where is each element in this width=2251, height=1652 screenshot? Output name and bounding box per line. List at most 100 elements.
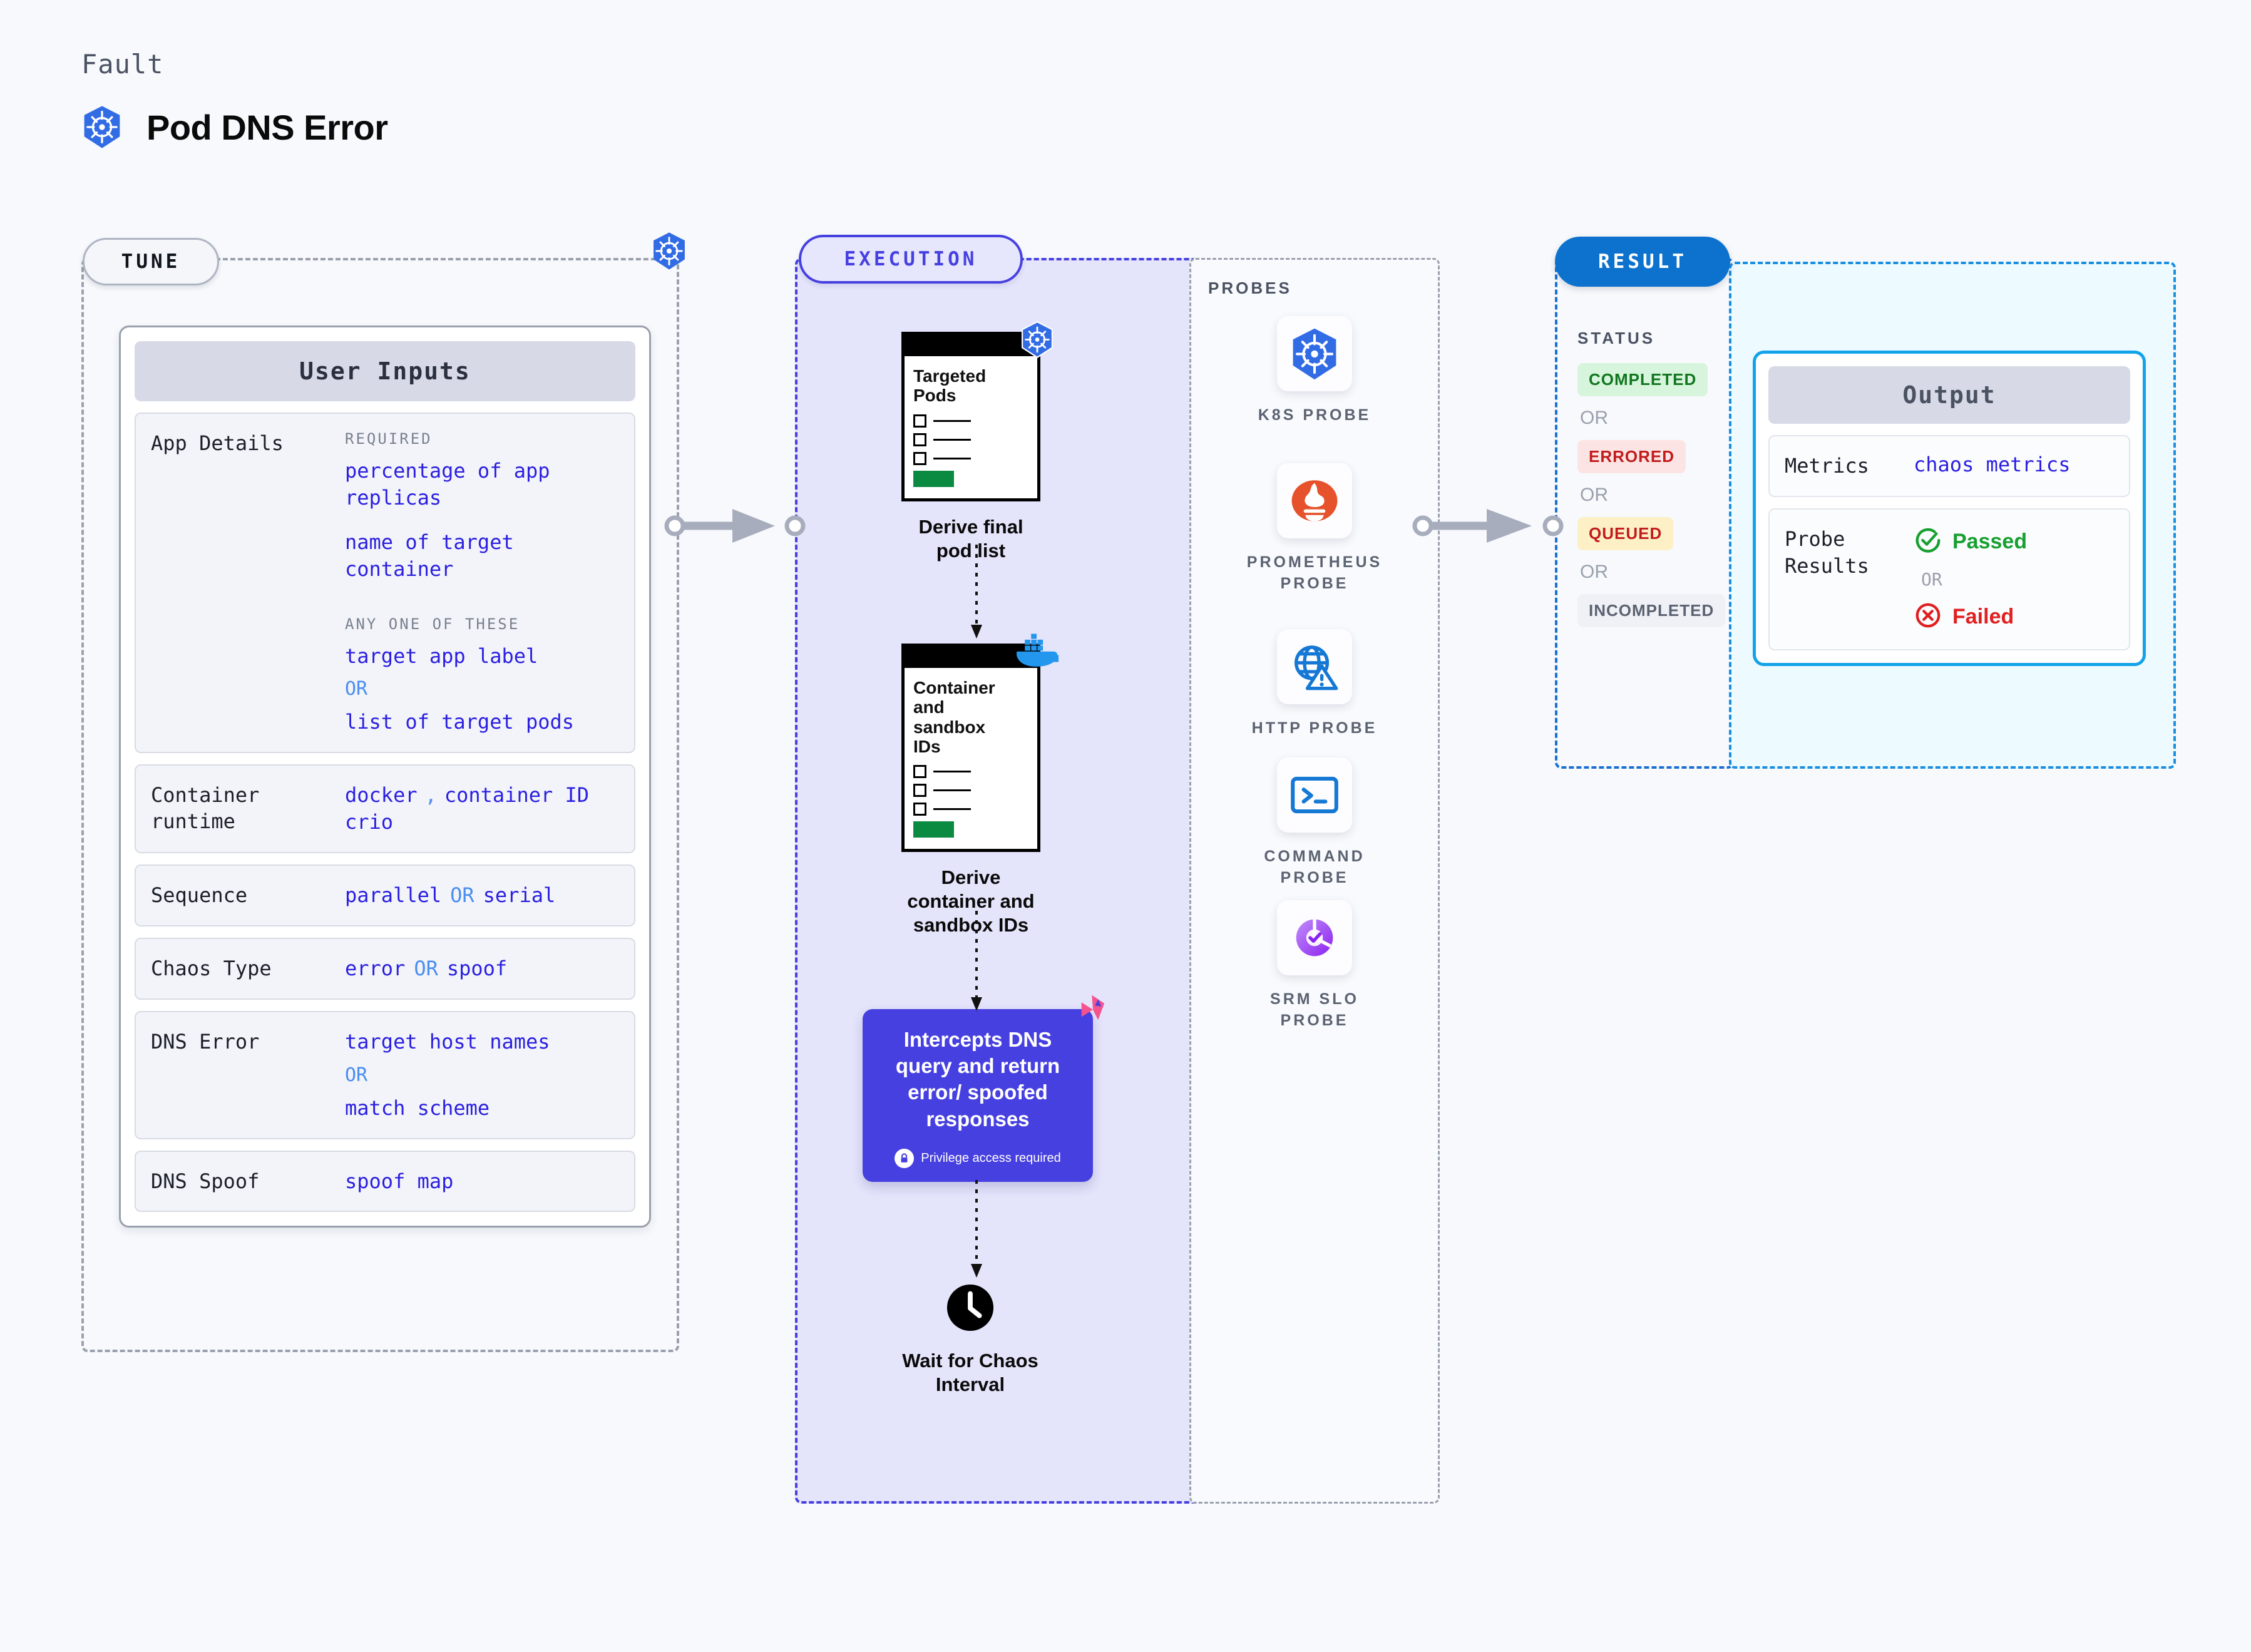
globe-warning-icon [1277,629,1352,704]
status-badge-errored: ERRORED [1577,440,1686,473]
chaos-description: Intercepts DNS query and return error/ s… [895,1028,1060,1131]
flow-arrow-2 [971,911,982,1011]
probes-title: PROBES [1208,279,1292,297]
probe-http[interactable]: HTTP PROBE [1233,629,1396,739]
execution-node-targeted-pods: Targeted Pods Derive final pod list [901,321,1054,562]
checkbox-icon [913,451,926,465]
probe-command[interactable]: COMMAND PROBE [1233,757,1396,889]
input-meta-anyone: ANY ONE OF THESE [345,615,520,633]
input-value: name of target container [345,530,514,581]
checkbox-icon [913,414,926,428]
output-value: chaos metrics [1914,453,2071,476]
privilege-note: Privilege access required [876,1148,1079,1168]
probe-label: HTTP PROBE [1251,719,1378,737]
user-inputs-title: User Inputs [135,341,635,401]
checkbox-icon [913,803,926,816]
terminal-icon [1277,757,1352,833]
card-header-bar [905,335,1037,356]
litmus-icon [1074,994,1105,1027]
output-card: Output Metrics chaos metrics Probe Resul… [1753,351,2146,666]
flow-arrow-3 [971,1180,982,1278]
input-value: spoof map [345,1169,454,1193]
checklist-item [913,803,1028,816]
prometheus-icon [1277,463,1352,538]
input-row-container-runtime: Container runtime docker , container ID … [135,764,635,853]
connector-execution-to-result [1412,509,1564,543]
input-label: DNS Error [151,1029,260,1054]
output-title: Output [1768,366,2130,424]
card-title: Container and sandbox IDs [913,678,995,757]
probe-label: SRM SLO PROBE [1270,990,1359,1029]
checklist-item [913,414,1028,428]
flow-arrow-1 [971,545,982,639]
status-title: STATUS [1577,329,1656,347]
result-chip[interactable]: RESULT [1555,237,1730,287]
input-value: docker [345,783,418,808]
cross-circle-icon [1914,601,1942,633]
chaos-box: Intercepts DNS query and return error/ s… [863,995,1105,1182]
progress-marker [913,470,954,487]
or-separator: OR [1580,485,1608,505]
output-label: Metrics [1785,454,1869,478]
input-row-app-details: App Details REQUIRED percentage of app r… [135,413,635,754]
or-separator: OR [1580,408,1608,428]
page-title-text: Pod DNS Error [146,107,388,147]
line-glyph [933,771,971,773]
probe-result-passed: Passed [1914,526,2027,558]
input-row-dns-spoof: DNS Spoof spoof map [135,1150,635,1213]
value-separator: , [424,783,437,808]
probe-result-text: Passed [1952,529,2028,553]
line-glyph [933,438,971,441]
probe-prometheus[interactable]: PROMETHEUS PROBE [1233,463,1396,595]
kubernetes-icon [1277,316,1352,391]
input-label: Container runtime [151,783,260,834]
card-title: Targeted Pods [913,366,987,406]
input-label: DNS Spoof [151,1169,260,1193]
node-caption: Wait for Chaos Interval [902,1350,1038,1395]
input-value: crio [345,810,394,834]
kubernetes-icon [1020,321,1055,361]
clock-icon [946,1283,995,1335]
input-row-chaos-type: Chaos Type error OR spoof [135,937,635,1000]
input-label: Sequence [151,883,248,907]
input-label: App Details [151,431,284,455]
lock-icon [895,1148,915,1168]
probe-label: COMMAND PROBE [1264,848,1365,886]
or-separator: OR [1580,562,1608,582]
docker-icon [1012,630,1064,670]
status-badge-queued: QUEUED [1577,517,1674,550]
progress-marker [913,821,954,838]
srm-slo-icon [1277,900,1352,975]
check-circle-icon [1914,526,1942,558]
execution-chip[interactable]: EXECUTION [799,235,1023,284]
kubernetes-icon [651,232,687,274]
connector-tune-to-execution [664,509,806,543]
diagram-canvas: Fault Pod DNS Error TUNE EXECUTION RESUL… [0,0,2251,1652]
probe-label: K8S PROBE [1258,406,1372,424]
input-value: parallel [345,883,442,907]
or-separator: OR [345,1064,368,1086]
input-label: Chaos Type [151,956,272,980]
container-sandbox-card: Container and sandbox IDs [901,634,1064,853]
tune-chip[interactable]: TUNE [83,238,219,285]
checkbox-icon [913,784,926,798]
input-value: target app label [345,644,538,668]
targeted-pods-card: Targeted Pods [901,321,1054,501]
line-glyph [933,457,971,459]
input-value: percentage of app replicas [345,459,550,510]
input-row-dns-error: DNS Error target host names OR match sch… [135,1010,635,1139]
fault-kicker: Fault [81,49,164,80]
input-value: error [345,956,406,980]
user-inputs-card: User Inputs App Details REQUIRED percent… [119,326,651,1228]
checklist-item [913,765,1028,779]
output-label: Probe Results [1785,526,1869,578]
output-row-metrics: Metrics chaos metrics [1768,435,2130,497]
checklist-item [913,451,1028,465]
kubernetes-icon [81,105,123,149]
checklist-item [913,433,1028,446]
input-value: serial [483,883,556,907]
probe-k8s[interactable]: K8S PROBE [1233,316,1396,426]
probe-srm-slo[interactable]: SRM SLO PROBE [1233,900,1396,1032]
output-row-probe-results: Probe Results Passed OR Failed [1768,508,2130,650]
input-value: container ID [444,783,590,808]
